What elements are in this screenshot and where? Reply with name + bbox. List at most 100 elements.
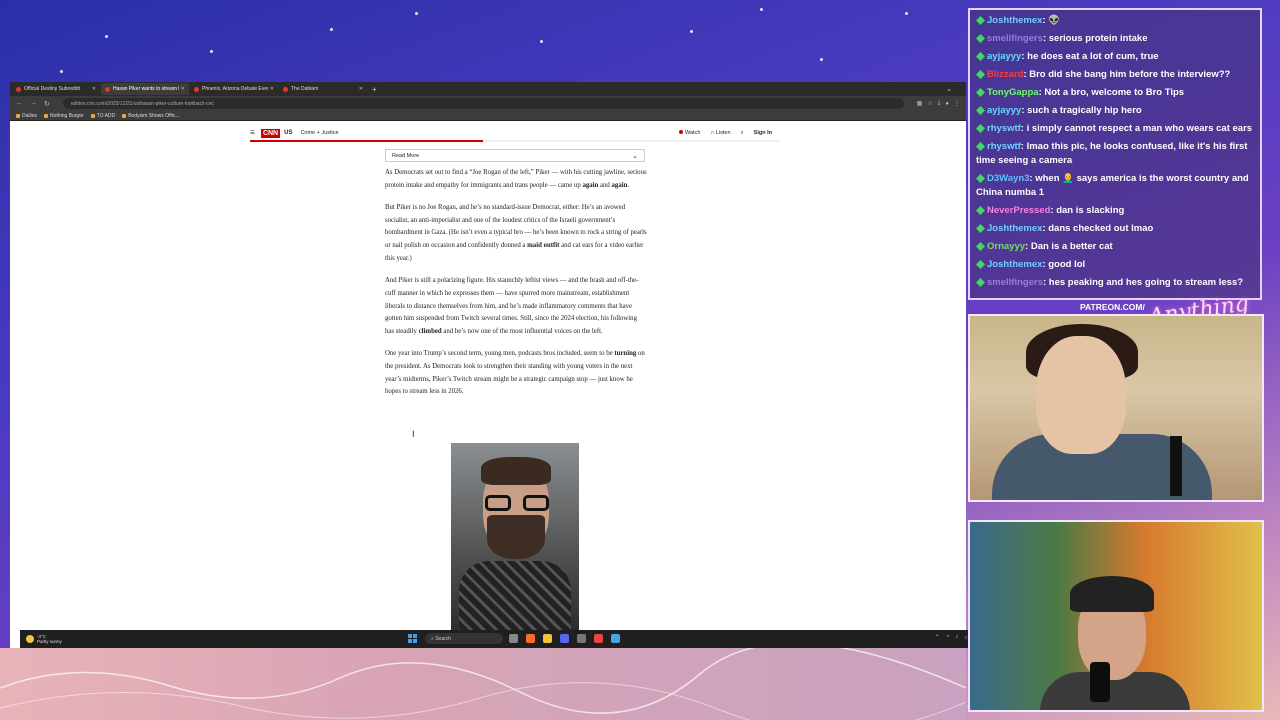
chat-text: : good lol	[1042, 259, 1086, 270]
read-more-dropdown[interactable]: Read More ⌄	[385, 149, 645, 162]
tray-chevron-icon[interactable]: ⌃	[935, 634, 940, 641]
extensions-icon[interactable]: ▦	[917, 100, 923, 107]
chat-message: Ornayyy: Dan is a better cat	[976, 238, 1254, 256]
bookmark-nothing-burger[interactable]: Nothing Burger	[44, 113, 84, 119]
chat-username[interactable]: TonyGappa	[987, 87, 1039, 98]
subscriber-badge-icon	[976, 174, 985, 183]
menu-icon[interactable]: ⋮	[954, 100, 960, 107]
volume-icon[interactable]: ♪	[955, 634, 958, 641]
bookmark-dailies[interactable]: Dailies	[16, 113, 37, 119]
chat-message: ayjayyy: such a tragically hip hero	[976, 102, 1254, 120]
tab-phoenix-debate[interactable]: Phoenix, Arizona Debate Event ✕	[190, 83, 278, 95]
close-tab-icon[interactable]: ✕	[359, 86, 363, 92]
bookmark-star-icon[interactable]: ☆	[927, 100, 932, 107]
article-link[interactable]: climbed	[419, 328, 442, 335]
profile-icon[interactable]: ●	[945, 101, 949, 107]
chat-username[interactable]: Joshthemex	[987, 223, 1042, 234]
chat-username[interactable]: ayjayyy	[987, 105, 1021, 116]
stream-chat: Joshthemex: 👽 smellfingers: serious prote…	[968, 8, 1262, 300]
chrome-icon[interactable]	[594, 634, 603, 643]
patreon-label: PATREON.COM/	[1080, 302, 1145, 312]
folder-icon	[44, 113, 49, 118]
cnn-logo[interactable]: CNN	[260, 128, 281, 138]
microphone-icon	[1170, 436, 1182, 496]
close-tab-icon[interactable]: ✕	[270, 86, 274, 92]
folder-icon[interactable]	[543, 634, 552, 643]
obs-icon[interactable]	[577, 634, 586, 643]
chat-text: : such a tragically hip hero	[1021, 105, 1142, 116]
subscriber-badge-icon	[976, 260, 985, 269]
wallpaper-sketch	[0, 648, 966, 720]
listen-link[interactable]: ∩ Listen	[710, 130, 730, 136]
address-bar[interactable]: edition.cnn.com/2025/12/21/us/hasan-pike…	[62, 98, 904, 109]
windows-start-icon[interactable]	[408, 634, 417, 643]
close-tab-icon[interactable]: ✕	[181, 86, 185, 92]
chat-username[interactable]: smellfingers	[987, 277, 1043, 288]
chat-message: Blizzard: Bro did she bang him before th…	[976, 66, 1254, 84]
youtube-favicon-icon	[194, 86, 199, 92]
chat-message: ayjayyy: he does eat a lot of cum, true	[976, 48, 1254, 66]
tab-cnn-article[interactable]: Hasan Piker wants to stream le... ✕	[101, 83, 189, 95]
back-icon[interactable]: ←	[16, 100, 23, 107]
folder-icon	[16, 113, 20, 118]
folder-icon	[90, 113, 95, 118]
close-tab-icon[interactable]: ✕	[92, 86, 96, 92]
article-link[interactable]: turning	[614, 350, 636, 357]
chat-username[interactable]: rhyswtf	[987, 123, 1021, 134]
reload-icon[interactable]: ↻	[44, 100, 50, 108]
chat-username[interactable]: D3Wayn3	[987, 173, 1029, 184]
tab-dablam[interactable]: The Dablam ✕	[279, 83, 367, 95]
article-paragraph: But Piker is no Joe Rogan, and he’s no s…	[385, 204, 647, 262]
article-body: As Democrats set out to find a “Joe Roga…	[385, 167, 647, 409]
subscriber-badge-icon	[976, 106, 985, 115]
chat-username[interactable]: Joshthemex	[987, 15, 1042, 26]
chat-message: Joshthemex: 👽	[976, 12, 1254, 30]
chat-message: smellfingers: hes peaking and hes going …	[976, 274, 1254, 292]
chat-message: rhyswtf: i simply cannot respect a man w…	[976, 120, 1254, 138]
tab-destiny-subreddit[interactable]: Official Destiny Subreddit ✕	[12, 83, 100, 95]
watch-link[interactable]: Watch	[679, 130, 700, 136]
bookmark-bodyism[interactable]: Bodyism Shows Offic...	[122, 113, 180, 119]
chat-username[interactable]: NeverPressed	[987, 205, 1050, 216]
reddit-favicon-icon	[16, 86, 21, 92]
chat-username[interactable]: Ornayyy	[987, 241, 1025, 252]
tab-bar: Official Destiny Subreddit ✕ Hasan Piker…	[10, 82, 966, 96]
chat-username[interactable]: ayjayyy	[987, 51, 1021, 62]
edition-label[interactable]: US	[284, 130, 292, 136]
discord-icon[interactable]	[560, 634, 569, 643]
search-icon[interactable]: ⌕	[741, 130, 744, 137]
tab-list-chevron-icon[interactable]: ⌄	[946, 85, 952, 93]
live-dot-icon	[679, 130, 683, 134]
bookmark-to-add[interactable]: TO ADD	[90, 113, 115, 119]
steam-icon[interactable]	[611, 634, 620, 643]
subscriber-badge-icon	[976, 278, 985, 287]
weather-widget[interactable]: -3°C Partly sunny	[26, 634, 62, 644]
new-tab-icon[interactable]: +	[372, 85, 377, 94]
sign-in-link[interactable]: Sign In	[754, 130, 772, 136]
cnn-favicon-icon	[105, 86, 110, 92]
chat-username[interactable]: Blizzard	[987, 69, 1023, 80]
hamburger-menu-icon[interactable]: ☰	[250, 130, 255, 136]
chat-text: : dan is slacking	[1050, 205, 1125, 216]
text-cursor-icon: I	[412, 429, 415, 439]
article-paragraph: And Piker is still a polarizing figure. …	[385, 277, 639, 335]
file-explorer-icon[interactable]	[509, 634, 518, 643]
chat-message: NeverPressed: dan is slacking	[976, 202, 1254, 220]
chat-username[interactable]: smellfingers	[987, 33, 1043, 44]
section-label[interactable]: Crime + Justice	[300, 130, 338, 136]
forward-icon[interactable]: →	[30, 100, 37, 107]
article-link[interactable]: again	[582, 182, 598, 189]
chat-username[interactable]: Joshthemex	[987, 259, 1042, 270]
network-icon[interactable]: ◔	[946, 634, 950, 641]
article-link[interactable]: maid outfit	[527, 242, 559, 249]
chat-username[interactable]: rhyswtf	[987, 141, 1021, 152]
subscriber-badge-icon	[976, 142, 985, 151]
folder-icon	[122, 113, 127, 118]
chat-text: : dans checked out lmao	[1042, 223, 1154, 234]
article-video[interactable]	[451, 443, 579, 633]
article-link[interactable]: again	[612, 182, 628, 189]
taskbar-search[interactable]: ⌕ Search	[425, 633, 503, 644]
firefox-icon[interactable]	[526, 634, 535, 643]
download-icon[interactable]: ⤓	[938, 100, 941, 107]
chat-message: Joshthemex: dans checked out lmao	[976, 220, 1254, 238]
